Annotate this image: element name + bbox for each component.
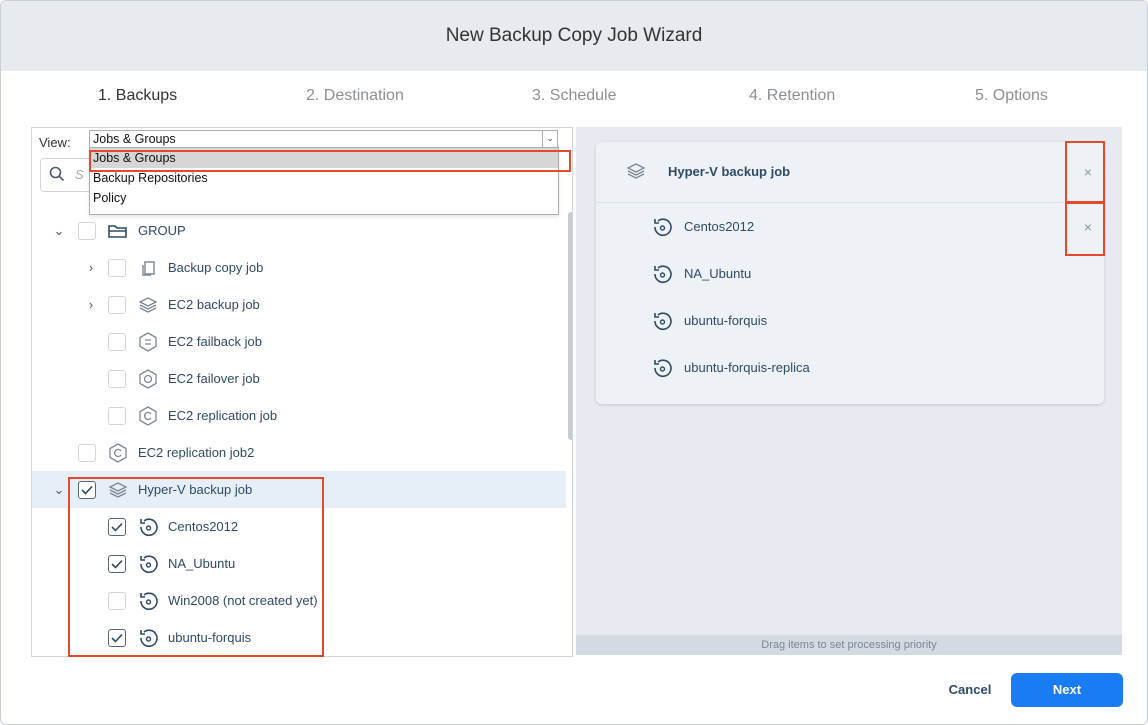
close-icon[interactable]: × bbox=[1080, 164, 1096, 180]
chevron-right-icon[interactable]: › bbox=[84, 260, 98, 275]
drag-hint: Drag items to set processing priority bbox=[576, 635, 1122, 655]
tree-row-ubuntu-forquis[interactable]: ubuntu-forquis bbox=[32, 619, 566, 656]
view-label: View: bbox=[39, 135, 71, 150]
vm-restore-icon bbox=[654, 312, 672, 331]
chevron-down-icon[interactable]: ⌄ bbox=[542, 131, 557, 147]
view-option-jobs-groups[interactable]: Jobs & Groups bbox=[90, 148, 558, 168]
tree-row-hyper-v-backup-job[interactable]: ⌄ Hyper-V backup job bbox=[32, 471, 566, 508]
search-placeholder: S bbox=[75, 167, 84, 182]
selected-item[interactable]: ubuntu-forquis bbox=[596, 298, 1104, 344]
check-icon bbox=[81, 485, 93, 495]
tree-row-ec2-replication-job2[interactable]: EC2 replication job2 bbox=[32, 434, 566, 471]
tree-row-ec2-replication-job[interactable]: EC2 replication job bbox=[32, 397, 566, 434]
tree-checkbox-checked[interactable] bbox=[108, 517, 126, 536]
tree-row-ec2-failover-job[interactable]: EC2 failover job bbox=[32, 360, 566, 397]
next-button[interactable]: Next bbox=[1011, 673, 1123, 707]
replication-icon bbox=[109, 442, 127, 463]
layers-icon bbox=[138, 296, 158, 313]
tree-scrollbar[interactable] bbox=[568, 212, 572, 440]
view-select-value: Jobs & Groups bbox=[93, 132, 176, 146]
chevron-down-icon[interactable]: ⌄ bbox=[52, 482, 66, 497]
tree-label: GROUP bbox=[138, 223, 186, 238]
selected-item-label: Centos2012 bbox=[684, 219, 755, 234]
vm-restore-icon bbox=[654, 265, 672, 284]
layers-icon bbox=[626, 163, 646, 179]
layers-icon bbox=[108, 481, 128, 498]
check-icon bbox=[111, 633, 123, 643]
job-tree: ⌄ GROUP › Backup copy job › EC2 backup j… bbox=[32, 212, 566, 656]
tree-row-group[interactable]: ⌄ GROUP bbox=[32, 212, 566, 249]
selected-item[interactable]: NA_Ubuntu bbox=[596, 251, 1104, 297]
step-destination[interactable]: 2. Destination bbox=[306, 87, 404, 105]
folder-icon bbox=[108, 224, 127, 238]
selected-job-header: Hyper-V backup job × bbox=[596, 142, 1104, 203]
step-backups[interactable]: 1. Backups bbox=[98, 87, 177, 105]
selected-job-card[interactable]: Hyper-V backup job × Centos2012 × NA_Ubu… bbox=[596, 142, 1104, 404]
tree-label: ubuntu-forquis bbox=[168, 630, 252, 645]
selected-items-panel: Hyper-V backup job × Centos2012 × NA_Ubu… bbox=[576, 127, 1122, 655]
tree-label: Hyper-V backup job bbox=[138, 482, 253, 497]
wizard-steps: 1. Backups 2. Destination 3. Schedule 4.… bbox=[1, 71, 1147, 123]
check-icon bbox=[111, 559, 123, 569]
copy-job-icon bbox=[142, 260, 155, 276]
view-option-policy[interactable]: Policy bbox=[90, 188, 558, 208]
job-tree-panel: View: Jobs & Groups ⌄ S Jobs & Groups Ba… bbox=[31, 127, 573, 657]
cancel-button[interactable]: Cancel bbox=[933, 679, 1007, 701]
step-retention[interactable]: 4. Retention bbox=[749, 87, 835, 105]
vm-restore-icon bbox=[140, 517, 158, 536]
wizard-window: New Backup Copy Job Wizard 1. Backups 2.… bbox=[0, 0, 1148, 725]
vm-restore-icon bbox=[654, 359, 672, 378]
view-select[interactable]: Jobs & Groups ⌄ bbox=[89, 130, 558, 148]
tree-label: EC2 backup job bbox=[168, 297, 260, 312]
vm-restore-icon bbox=[140, 591, 158, 610]
tree-checkbox-checked[interactable] bbox=[108, 628, 126, 647]
tree-row-backup-copy-job[interactable]: › Backup copy job bbox=[32, 249, 566, 286]
tree-row-ec2-backup-job[interactable]: › EC2 backup job bbox=[32, 286, 566, 323]
view-option-repositories[interactable]: Backup Repositories bbox=[90, 168, 558, 188]
selected-job-title: Hyper-V backup job bbox=[668, 164, 791, 179]
tree-label: EC2 replication job2 bbox=[138, 445, 255, 460]
chevron-down-icon[interactable]: ⌄ bbox=[52, 223, 66, 238]
wizard-title: New Backup Copy Job Wizard bbox=[1, 1, 1147, 71]
search-icon bbox=[49, 166, 65, 182]
vm-restore-icon bbox=[140, 628, 158, 647]
tree-checkbox[interactable] bbox=[108, 332, 126, 351]
tree-checkbox[interactable] bbox=[108, 369, 126, 388]
tree-checkbox-checked[interactable] bbox=[78, 480, 96, 499]
check-icon bbox=[111, 522, 123, 532]
close-icon[interactable]: × bbox=[1080, 219, 1096, 235]
view-dropdown: Jobs & Groups Backup Repositories Policy bbox=[89, 147, 559, 215]
tree-row-na-ubuntu[interactable]: NA_Ubuntu bbox=[32, 545, 566, 582]
tree-checkbox-checked[interactable] bbox=[108, 554, 126, 573]
vm-restore-icon bbox=[140, 554, 158, 573]
tree-label: EC2 replication job bbox=[168, 408, 278, 423]
tree-row-ec2-failback-job[interactable]: EC2 failback job bbox=[32, 323, 566, 360]
tree-label: EC2 failover job bbox=[168, 371, 260, 386]
selected-item-label: ubuntu-forquis bbox=[684, 313, 768, 328]
tree-row-win2008[interactable]: Win2008 (not created yet) bbox=[32, 582, 566, 619]
chevron-right-icon[interactable]: › bbox=[84, 297, 98, 312]
tree-checkbox[interactable] bbox=[108, 295, 126, 314]
replication-icon bbox=[139, 405, 157, 426]
failover-icon bbox=[139, 368, 157, 389]
selected-item-label: ubuntu-forquis-replica bbox=[684, 360, 810, 375]
step-options[interactable]: 5. Options bbox=[975, 87, 1048, 105]
tree-checkbox[interactable] bbox=[78, 221, 96, 240]
tree-label: EC2 failback job bbox=[168, 334, 262, 349]
tree-checkbox[interactable] bbox=[108, 406, 126, 425]
tree-checkbox[interactable] bbox=[108, 258, 126, 277]
tree-label: Backup copy job bbox=[168, 260, 264, 275]
tree-label: Centos2012 bbox=[168, 519, 239, 534]
tree-label: NA_Ubuntu bbox=[168, 556, 236, 571]
step-schedule[interactable]: 3. Schedule bbox=[532, 87, 617, 105]
tree-checkbox[interactable] bbox=[108, 591, 126, 610]
selected-item-label: NA_Ubuntu bbox=[684, 266, 752, 281]
tree-row-centos2012[interactable]: Centos2012 bbox=[32, 508, 566, 545]
tree-label: Win2008 (not created yet) bbox=[168, 593, 318, 608]
failback-icon bbox=[139, 331, 157, 352]
vm-restore-icon bbox=[654, 218, 672, 237]
selected-item[interactable]: Centos2012 × bbox=[596, 204, 1104, 250]
tree-checkbox[interactable] bbox=[78, 443, 96, 462]
selected-item[interactable]: ubuntu-forquis-replica bbox=[596, 345, 1104, 391]
